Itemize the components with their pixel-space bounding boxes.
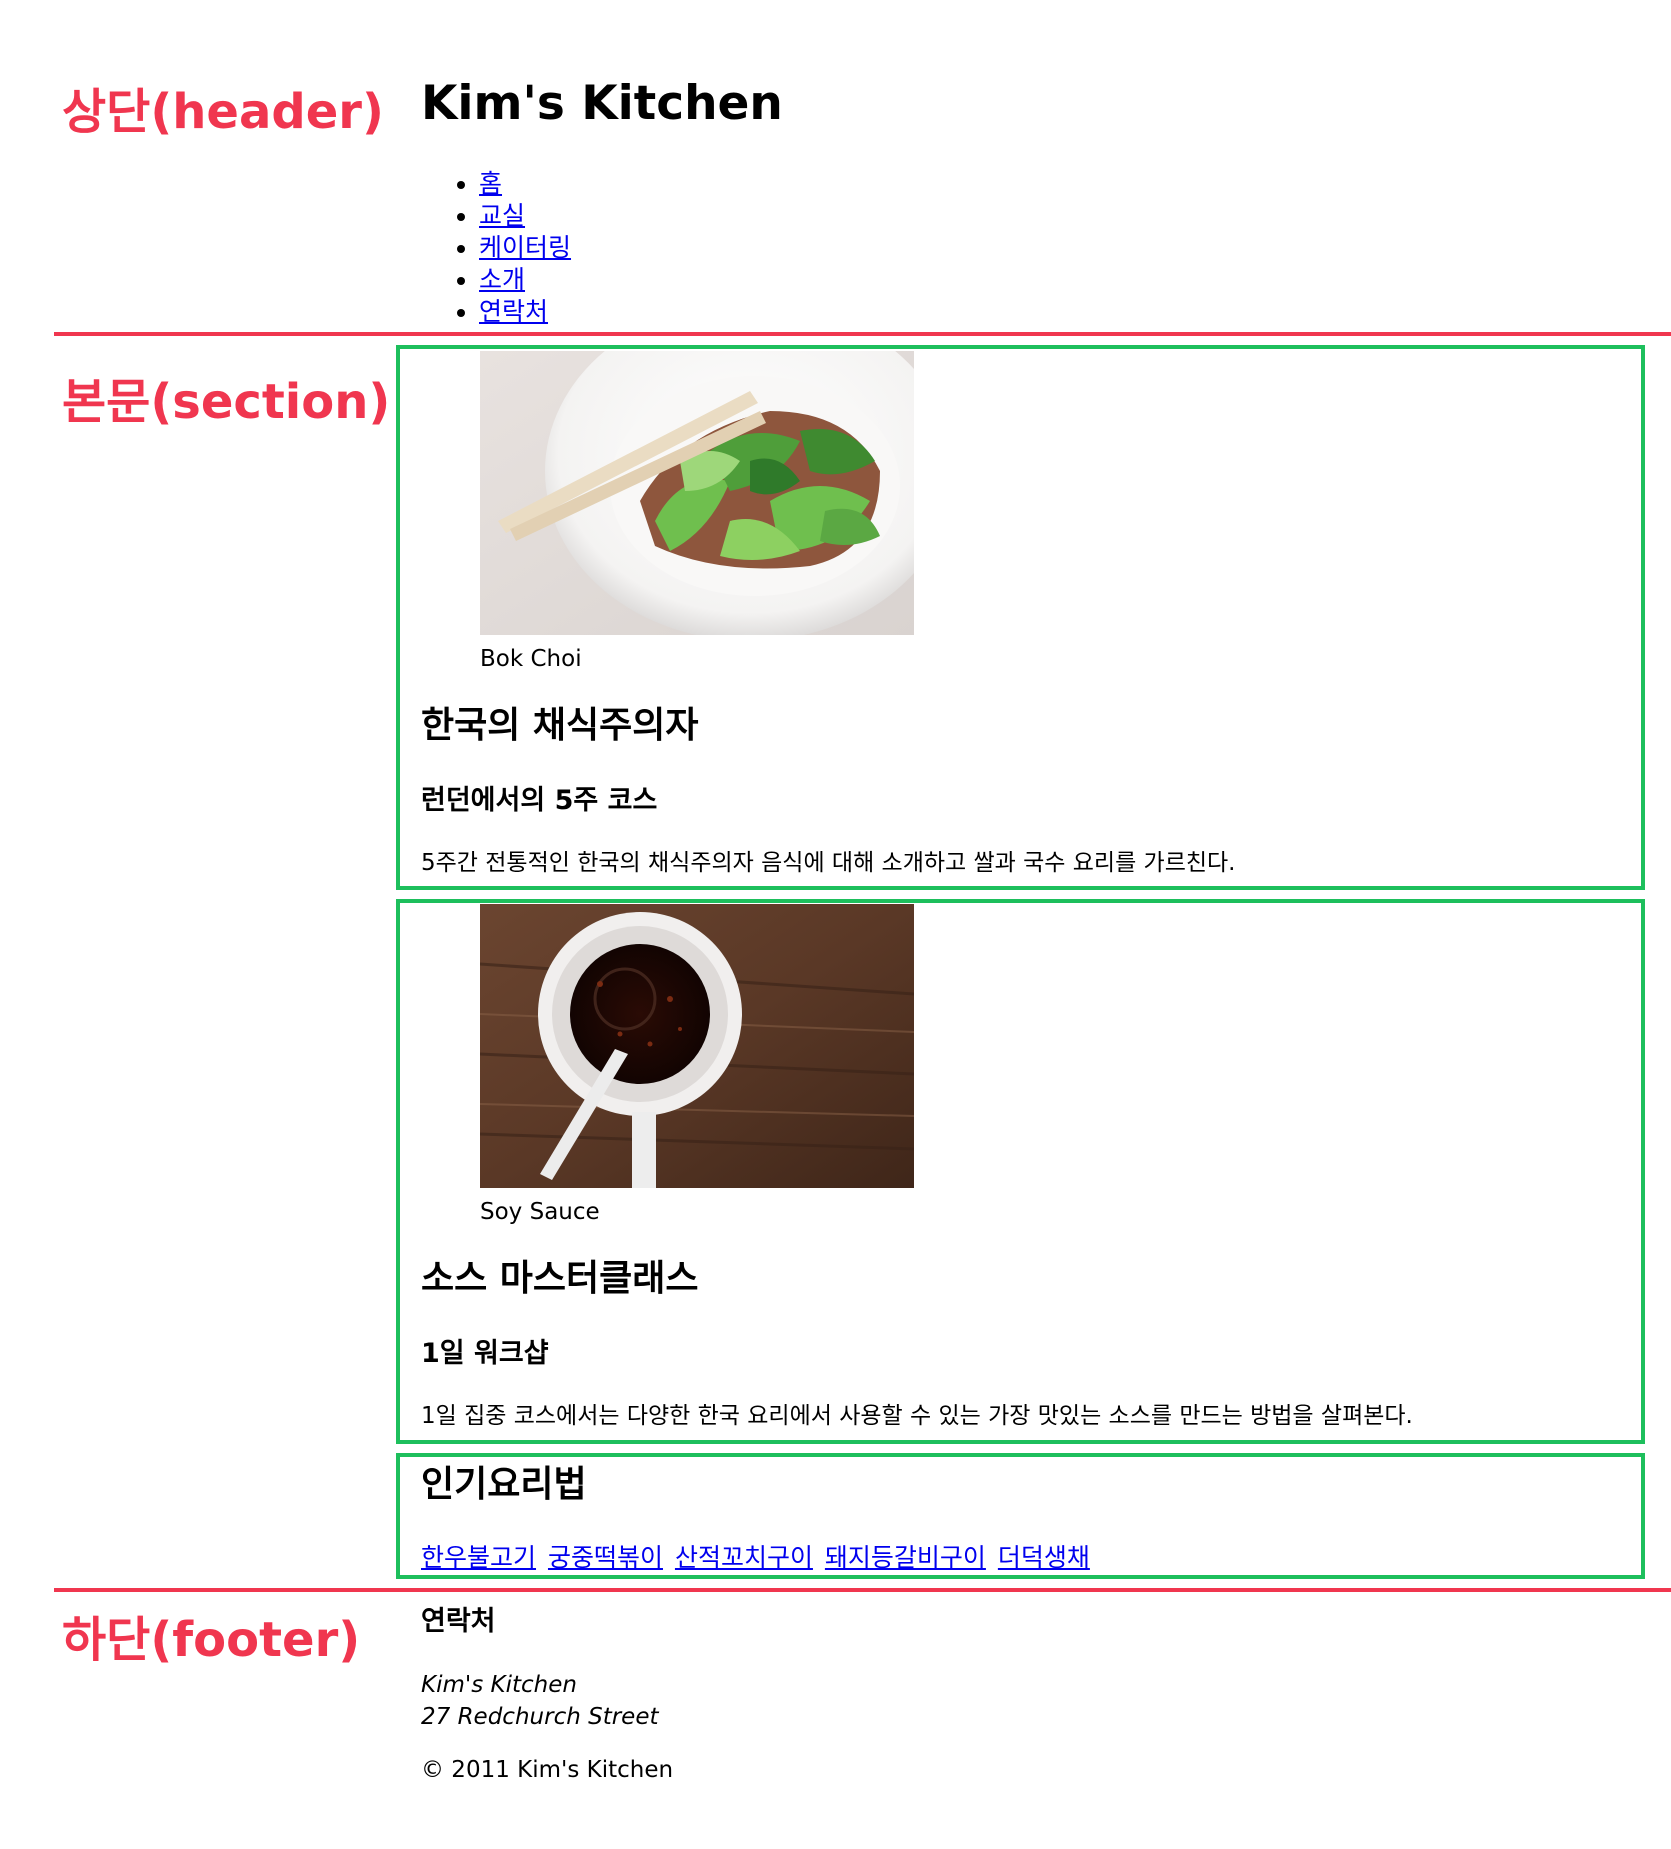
nav-link-home[interactable]: 홈 — [479, 169, 502, 198]
article-subtitle: 런던에서의 5주 코스 — [421, 785, 658, 816]
nav-item-home: 홈 — [479, 168, 571, 200]
footer-contact-heading: 연락처 — [421, 1606, 496, 1637]
recipe-link[interactable]: 돼지등갈비구이 — [825, 1543, 986, 1572]
annotation-footer-label: 하단(footer) — [62, 1612, 361, 1668]
recipe-link[interactable]: 더덕생채 — [998, 1543, 1090, 1572]
annotation-header-label: 상단(header) — [62, 84, 384, 140]
bok-choi-image — [480, 351, 914, 635]
main-nav: 홈 교실 케이터링 소개 연락처 — [421, 168, 571, 328]
nav-link-catering[interactable]: 케이터링 — [479, 233, 571, 262]
popular-recipes-title: 인기요리법 — [421, 1464, 587, 1505]
copyright-notice: © 2011 Kim's Kitchen — [421, 1757, 674, 1783]
article-title: 한국의 채식주의자 — [421, 705, 699, 746]
recipe-link[interactable]: 산적꼬치구이 — [675, 1543, 813, 1572]
nav-item-contact: 연락처 — [479, 296, 571, 328]
annotation-section-label: 본문(section) — [62, 374, 391, 430]
nav-link-classes[interactable]: 교실 — [479, 201, 525, 230]
article-subtitle: 1일 워크샵 — [421, 1338, 549, 1369]
article-description: 1일 집중 코스에서는 다양한 한국 요리에서 사용할 수 있는 가장 맛있는 … — [421, 1403, 1413, 1429]
nav-item-about: 소개 — [479, 264, 571, 296]
nav-item-catering: 케이터링 — [479, 232, 571, 264]
image-caption: Bok Choi — [480, 646, 582, 672]
image-caption: Soy Sauce — [480, 1199, 600, 1225]
bok-choi-photo — [480, 351, 914, 635]
header-divider-line — [54, 332, 1671, 336]
soy-sauce-photo — [480, 904, 914, 1188]
nav-item-classes: 교실 — [479, 200, 571, 232]
soy-sauce-image — [480, 904, 914, 1188]
footer-divider-line — [54, 1588, 1671, 1592]
address-line-street: 27 Redchurch Street — [421, 1704, 659, 1730]
footer-address: Kim's Kitchen 27 Redchurch Street — [421, 1669, 659, 1733]
recipe-link[interactable]: 한우불고기 — [421, 1543, 536, 1572]
nav-link-contact[interactable]: 연락처 — [479, 297, 548, 326]
address-line-name: Kim's Kitchen — [421, 1672, 577, 1698]
article-title: 소스 마스터클래스 — [421, 1258, 699, 1299]
article-description: 5주간 전통적인 한국의 채식주의자 음식에 대해 소개하고 쌀과 국수 요리를… — [421, 850, 1236, 876]
nav-link-about[interactable]: 소개 — [479, 265, 525, 294]
recipe-link[interactable]: 궁중떡볶이 — [548, 1543, 663, 1572]
site-title: Kim's Kitchen — [421, 76, 783, 131]
popular-recipes-links: 한우불고기 궁중떡볶이 산적꼬치구이 돼지등갈비구이 더덕생채 — [421, 1543, 1094, 1573]
